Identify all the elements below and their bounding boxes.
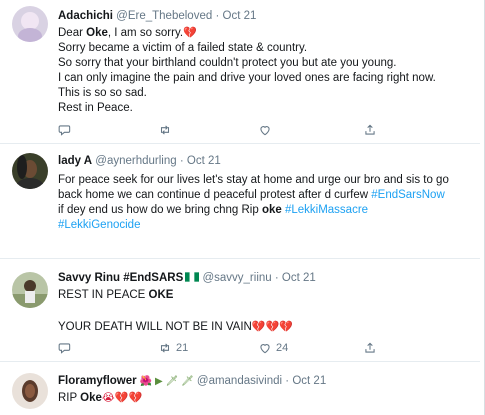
text-segment: if dey end us how do we bring chng Rip [58,204,262,216]
text-segment: back home we can continue d peaceful pro… [58,189,372,201]
separator-dot: · [179,155,184,167]
reply-button[interactable] [58,341,72,355]
share-button[interactable] [363,123,377,137]
retweet-icon [160,343,170,353]
tweet-text: RIP Oke😭💔💔 [58,391,472,406]
bold-mention: OKE [148,289,174,301]
avatar[interactable] [12,153,48,189]
text-line: For peace seek for our lives let's stay … [58,174,449,186]
retweet-button[interactable]: 21 [158,341,188,355]
tweet-text: For peace seek for our lives let's stay … [58,173,472,233]
reply-icon [58,343,71,354]
retweet-button[interactable] [158,123,172,137]
timestamp[interactable]: Oct 21 [187,155,221,167]
text-line: So sorry that your birthland couldn't pr… [58,57,397,69]
text-line: I can only imagine the pain and drive yo… [58,72,436,84]
retweet-count: 21 [176,342,189,354]
text-line: Sorry became a victim of a failed state … [58,42,308,54]
reply-button[interactable] [58,123,72,137]
separator-dot: · [274,272,279,284]
heart-icon [260,344,270,354]
user-handle[interactable]: @aynerhdurling [95,155,176,167]
bold-mention: Oke [80,392,102,404]
tweet-header: lady A @aynerhdurling · Oct 21 [58,153,472,169]
display-name[interactable]: Savvy Rinu #EndSARS [58,272,183,284]
tweet-header: Savvy Rinu #EndSARS @savvy_riinu · Oct 2… [58,270,472,286]
broken-heart-emoji: 💔💔💔 [251,321,293,333]
tweet[interactable]: Savvy Rinu #EndSARS @savvy_riinu · Oct 2… [0,260,480,362]
hashtag-link[interactable]: #EndSarsNow [371,189,445,201]
display-name[interactable]: Adachichi [58,10,113,22]
timeline: Adachichi @Ere_Thebeloved · Oct 21 Dear … [0,0,485,415]
separator-dot: · [215,10,220,22]
tweet-text: REST IN PEACE OKE YOUR DEATH WILL NOT BE… [58,288,472,335]
bold-mention: Oke [86,27,108,39]
user-handle[interactable]: @amandasivindi [197,375,282,387]
text-segment: YOUR DEATH WILL NOT BE IN VAIN [58,321,252,333]
text-segment: RIP [58,392,81,404]
text-line [58,303,472,318]
user-handle[interactable]: @Ere_Thebeloved [116,10,212,22]
nigeria-flag-icon [185,272,200,282]
broken-heart-emoji: 💔 [183,27,197,39]
avatar[interactable] [12,6,48,42]
like-count: 24 [276,342,289,354]
heart-icon [260,126,270,136]
separator-dot: · [285,375,290,387]
text-line: Rest in Peace. [58,102,133,114]
share-button[interactable] [363,341,377,355]
timestamp[interactable]: Oct 21 [282,272,316,284]
reply-icon [58,125,71,136]
display-name[interactable]: lady A [58,155,92,167]
crying-broken-heart-emojis: 😭💔💔 [101,392,143,404]
timestamp[interactable]: Oct 21 [292,375,326,387]
share-icon [365,342,375,353]
timestamp[interactable]: Oct 21 [223,10,257,22]
tweet-actions [58,122,468,138]
text-segment: Dear [58,27,87,39]
user-handle[interactable]: @savvy_riinu [202,272,271,284]
bold-mention: oke [261,204,282,216]
tweet[interactable]: lady A @aynerhdurling · Oct 21 For peace… [0,145,480,259]
tweet-text: Dear Oke, I am so sorry.💔 Sorry became a… [58,26,472,116]
text-segment: REST IN PEACE [58,289,149,301]
avatar[interactable] [12,373,48,409]
avatar[interactable] [12,272,48,308]
text-segment: , I am so sorry. [107,27,184,39]
like-button[interactable]: 24 [258,341,288,355]
text-line: This is so so sad. [58,87,147,99]
hashtag-link[interactable]: #LekkiMassacre [282,204,368,216]
share-icon [365,124,375,135]
hashtag-link[interactable]: #LekkiGenocide [58,219,140,231]
like-button[interactable] [258,123,272,137]
display-name[interactable]: Floramyflower [58,375,137,387]
tweet-actions: 21 24 [58,340,468,356]
tweet[interactable]: Floramyflower 🌺 ▶ 🗡 🗡 @amandasivindi · O… [0,363,480,415]
tweet-header: Floramyflower 🌺 ▶ 🗡 🗡 @amandasivindi · O… [58,373,472,389]
name-emojis: 🌺 ▶ 🗡 🗡 [139,376,194,387]
tweet[interactable]: Adachichi @Ere_Thebeloved · Oct 21 Dear … [0,0,480,144]
tweet-header: Adachichi @Ere_Thebeloved · Oct 21 [58,8,472,24]
retweet-icon [160,125,170,135]
